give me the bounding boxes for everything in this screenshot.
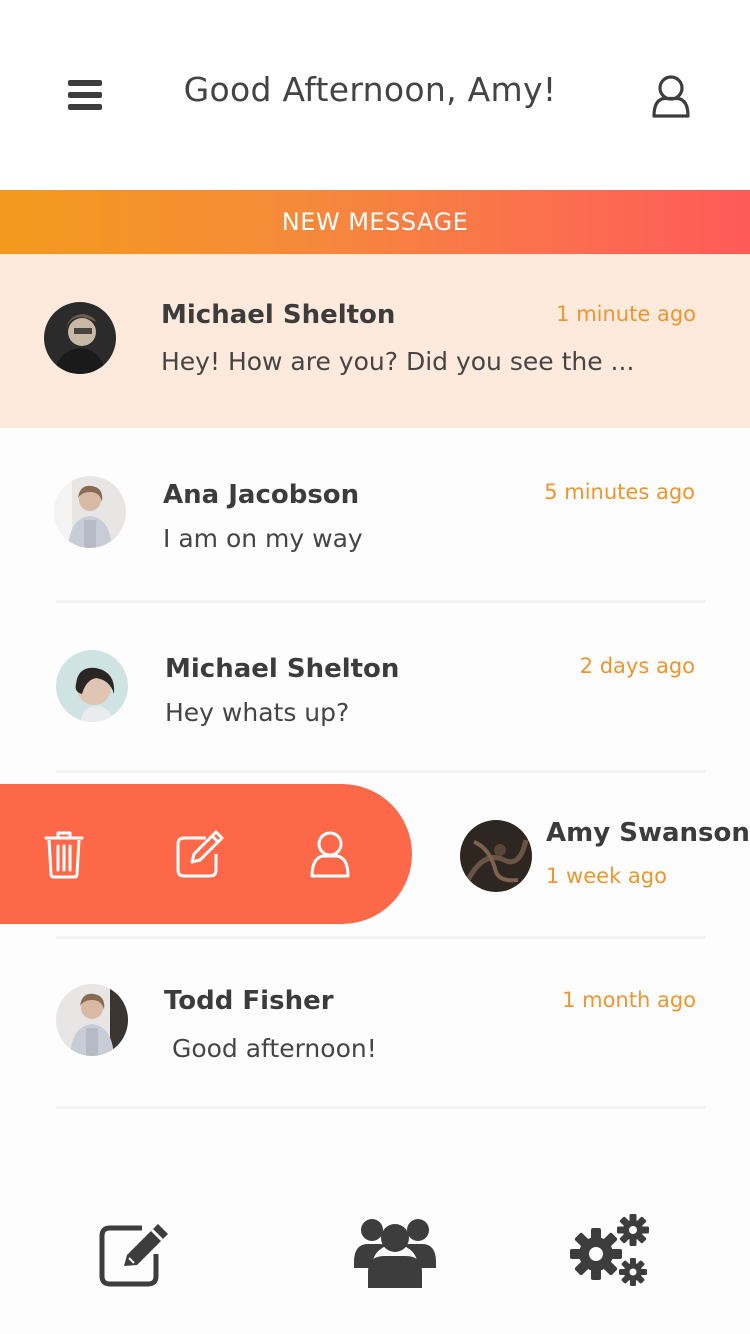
user-icon[interactable] [302, 826, 358, 882]
avatar [54, 476, 126, 548]
avatar [56, 650, 128, 722]
contact-name: Todd Fisher [164, 986, 334, 1016]
contacts-group-icon[interactable] [354, 1212, 436, 1288]
avatar [44, 302, 116, 374]
conversation-row[interactable]: Todd Fisher 1 month ago Good afternoon! [0, 938, 750, 1108]
hamburger-menu-icon[interactable] [60, 72, 110, 120]
contact-name: Amy Swanson [546, 818, 750, 848]
trash-icon[interactable] [36, 826, 92, 882]
message-preview: I am on my way [163, 524, 363, 553]
swipe-actions-panel [0, 784, 412, 924]
timestamp: 1 month ago [562, 988, 696, 1012]
message-preview: Hey whats up? [165, 698, 350, 727]
conversation-row[interactable]: Michael Shelton 2 days ago Hey whats up? [0, 602, 750, 772]
contact-name: Michael Shelton [161, 300, 396, 330]
contact-name: Michael Shelton [165, 654, 400, 684]
divider [56, 1106, 706, 1109]
conversation-row[interactable]: Michael Shelton 1 minute ago Hey! How ar… [0, 254, 750, 428]
conversation-row[interactable]: Ana Jacobson 5 minutes ago I am on my wa… [0, 428, 750, 602]
edit-icon[interactable] [172, 826, 228, 882]
message-preview: Hey! How are you? Did you see the ... [161, 347, 635, 376]
timestamp: 1 week ago [546, 864, 667, 888]
greeting-title: Good Afternoon, Amy! [183, 70, 557, 109]
header: Good Afternoon, Amy! [0, 0, 750, 190]
avatar [460, 820, 532, 892]
message-preview: Good afternoon! [164, 1034, 377, 1063]
compose-icon[interactable] [96, 1220, 176, 1290]
messages-screen: Good Afternoon, Amy! NEW MESSAGE Michael… [0, 0, 750, 1334]
new-message-button[interactable]: NEW MESSAGE [0, 190, 750, 254]
timestamp: 5 minutes ago [544, 480, 695, 504]
contact-name: Ana Jacobson [163, 480, 360, 510]
settings-gears-icon[interactable] [570, 1214, 652, 1288]
user-icon[interactable] [644, 70, 698, 124]
timestamp: 2 days ago [579, 654, 695, 678]
avatar [56, 984, 128, 1056]
timestamp: 1 minute ago [556, 302, 696, 326]
